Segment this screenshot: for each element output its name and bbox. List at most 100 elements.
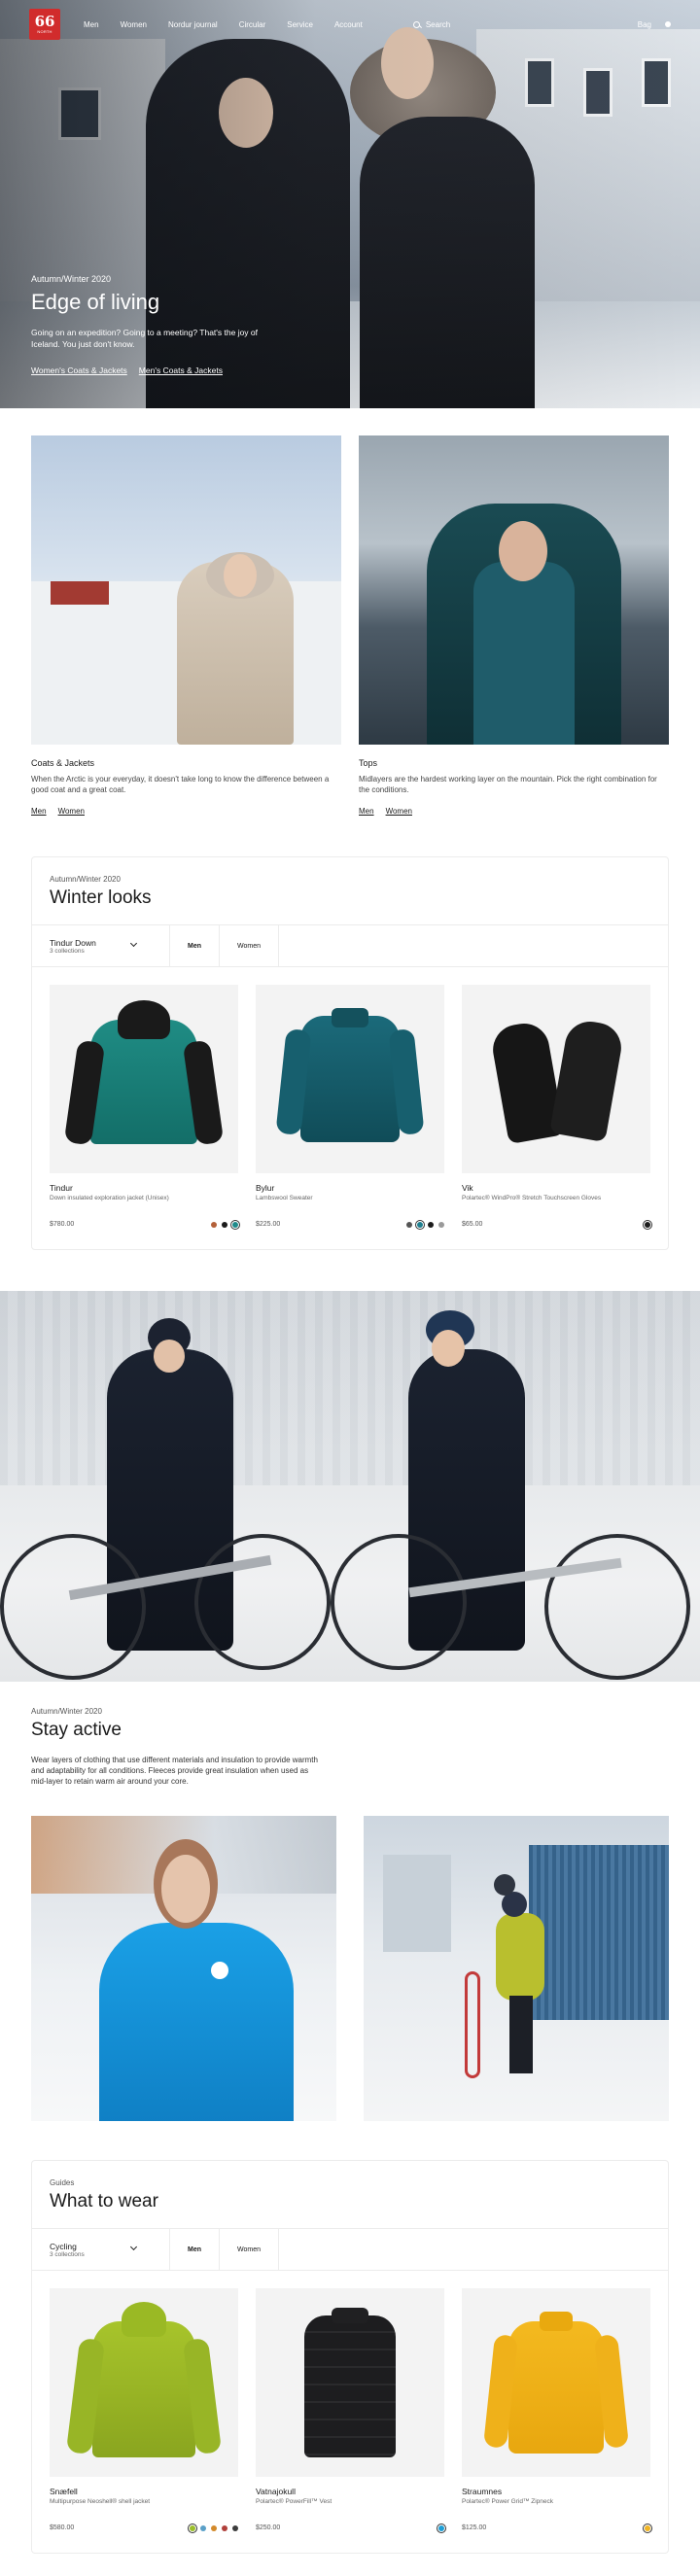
color-swatches [642, 1219, 653, 1230]
search-button[interactable]: Search [412, 19, 451, 29]
stay-text: Wear layers of clothing that use differe… [31, 1756, 318, 1786]
hero-link-men[interactable]: Men's Coats & Jackets [139, 366, 223, 375]
color-swatch[interactable] [436, 2523, 447, 2533]
product-desc: Polartec® WindPro® Stretch Touchscreen G… [462, 1195, 602, 1201]
product-card[interactable]: Vatnajokull Polartec® PowerFill™ Vest $2… [256, 2288, 447, 2533]
color-swatch[interactable] [222, 1221, 228, 1228]
toggle-men[interactable]: Men [169, 2228, 219, 2271]
collection-filter-bar: Tindur Down 3 collections Men Women [32, 924, 668, 967]
tile-link-women[interactable]: Women [386, 807, 412, 816]
product-price: $65.00 [462, 1221, 483, 1228]
color-swatches [406, 1219, 444, 1230]
what-to-wear-module: Guides What to wear Cycling 3 collection… [31, 2160, 669, 2554]
blue-jacket-image [31, 1816, 336, 2121]
gender-toggle: Men Women [169, 924, 279, 967]
stay-title: Stay active [31, 1720, 122, 1740]
color-swatch[interactable] [211, 2524, 217, 2531]
color-swatch[interactable] [406, 1221, 412, 1228]
color-swatch[interactable] [414, 1219, 426, 1230]
tile-title: Tops [359, 758, 378, 768]
nav-link-journal[interactable]: Nordur journal [168, 20, 218, 29]
nav-link-men[interactable]: Men [84, 20, 99, 29]
tile-link-women[interactable]: Women [58, 807, 85, 816]
top-navigation: 66 NORTH Men Women Nordur journal Circul… [0, 0, 700, 49]
color-swatches [642, 2523, 653, 2533]
hero-title: Edge of living [31, 290, 160, 314]
stay-eyebrow: Autumn/Winter 2020 [31, 1707, 102, 1716]
logo-mark: 66 [34, 13, 55, 30]
nav-link-account[interactable]: Account [334, 20, 363, 29]
toggle-women[interactable]: Women [219, 924, 279, 967]
hero-banner: 66 NORTH Men Women Nordur journal Circul… [0, 0, 700, 408]
product-image-snaefell [50, 2288, 238, 2477]
bag-icon [665, 21, 671, 27]
color-swatch[interactable] [211, 1221, 217, 1228]
color-swatch[interactable] [642, 1219, 653, 1230]
nav-link-women[interactable]: Women [121, 20, 147, 29]
product-card[interactable]: Tindur Down insulated exploration jacket… [50, 985, 241, 1230]
tile-link-men[interactable]: Men [31, 807, 47, 816]
product-price: $125.00 [462, 2524, 487, 2531]
product-image-vik [462, 985, 650, 1173]
product-desc: Multipurpose Neoshell® shell jacket [50, 2498, 151, 2505]
brand-logo[interactable]: 66 NORTH [29, 9, 60, 40]
module-title: Winter looks [50, 888, 152, 908]
product-card[interactable]: Snæfell Multipurpose Neoshell® shell jac… [50, 2288, 238, 2533]
color-swatch[interactable] [200, 2524, 206, 2531]
cyclist-snow-image [364, 1816, 669, 2121]
product-meta: $225.00 [256, 1219, 444, 1230]
toggle-women[interactable]: Women [219, 2228, 279, 2271]
tile-text: Midlayers are the hardest working layer … [359, 775, 657, 794]
product-desc: Down insulated exploration jacket (Unise… [50, 1195, 169, 1201]
product-desc: Polartec® PowerFill™ Vest [256, 2498, 332, 2505]
product-image-vatnajokull [256, 2288, 444, 2477]
module-title: What to wear [50, 2191, 158, 2211]
product-price: $580.00 [50, 2524, 75, 2531]
nav-link-service[interactable]: Service [287, 20, 313, 29]
hero-links: Women's Coats & Jackets Men's Coats & Ja… [31, 366, 264, 375]
nav-link-circular[interactable]: Circular [239, 20, 266, 29]
color-swatch[interactable] [229, 1219, 241, 1230]
bag-button[interactable]: Bag [638, 20, 671, 29]
product-card[interactable]: Straumnes Polartec® Power Grid™ Zipneck … [462, 2288, 653, 2533]
product-name: Vik [462, 1183, 473, 1193]
product-desc: Lambswool Sweater [256, 1195, 313, 1201]
stay-active-section: Autumn/Winter 2020 Stay active Wear laye… [0, 1682, 700, 1787]
search-icon [412, 20, 420, 28]
tile-coats[interactable]: Coats & Jackets When the Arctic is your … [31, 435, 341, 816]
color-swatch[interactable] [232, 2524, 238, 2531]
module-eyebrow: Guides [50, 2178, 75, 2187]
color-swatches [436, 2523, 447, 2533]
product-card[interactable]: Bylur Lambswool Sweater $225.00 [256, 985, 444, 1230]
tile-tops[interactable]: Tops Midlayers are the hardest working l… [359, 435, 669, 816]
hero-link-women[interactable]: Women's Coats & Jackets [31, 366, 127, 375]
product-image-tindur [50, 985, 238, 1173]
product-meta: $780.00 [50, 1219, 241, 1230]
color-swatch[interactable] [428, 1221, 434, 1228]
coats-image [31, 435, 341, 745]
tops-image [359, 435, 669, 745]
hero-eyebrow: Autumn/Winter 2020 [31, 274, 112, 284]
product-card[interactable]: Vik Polartec® WindPro® Stretch Touchscre… [462, 985, 653, 1230]
color-swatch[interactable] [642, 2523, 653, 2533]
stay-active-images [0, 1787, 700, 2121]
product-meta: $125.00 [462, 2523, 653, 2533]
product-meta: $580.00 [50, 2523, 238, 2533]
color-swatch[interactable] [222, 2524, 228, 2531]
hero-text: Going on an expedition? Going to a meeti… [31, 328, 259, 349]
search-label: Search [425, 19, 451, 29]
product-name: Tindur [50, 1183, 73, 1193]
tile-title: Coats & Jackets [31, 758, 95, 768]
logo-wordmark: NORTH [37, 29, 52, 34]
cycling-banner [0, 1291, 700, 1682]
color-swatch[interactable] [187, 2523, 198, 2533]
collection-count: 3 collections [50, 947, 85, 955]
nav-links: Men Women Nordur journal Circular Servic… [84, 20, 363, 29]
module-eyebrow: Autumn/Winter 2020 [50, 875, 121, 884]
tile-link-men[interactable]: Men [359, 807, 374, 816]
toggle-men[interactable]: Men [169, 924, 219, 967]
product-meta: $65.00 [462, 1219, 653, 1230]
product-meta: $250.00 [256, 2523, 447, 2533]
color-swatch[interactable] [438, 1221, 444, 1228]
collection-count: 3 collections [50, 2250, 85, 2258]
